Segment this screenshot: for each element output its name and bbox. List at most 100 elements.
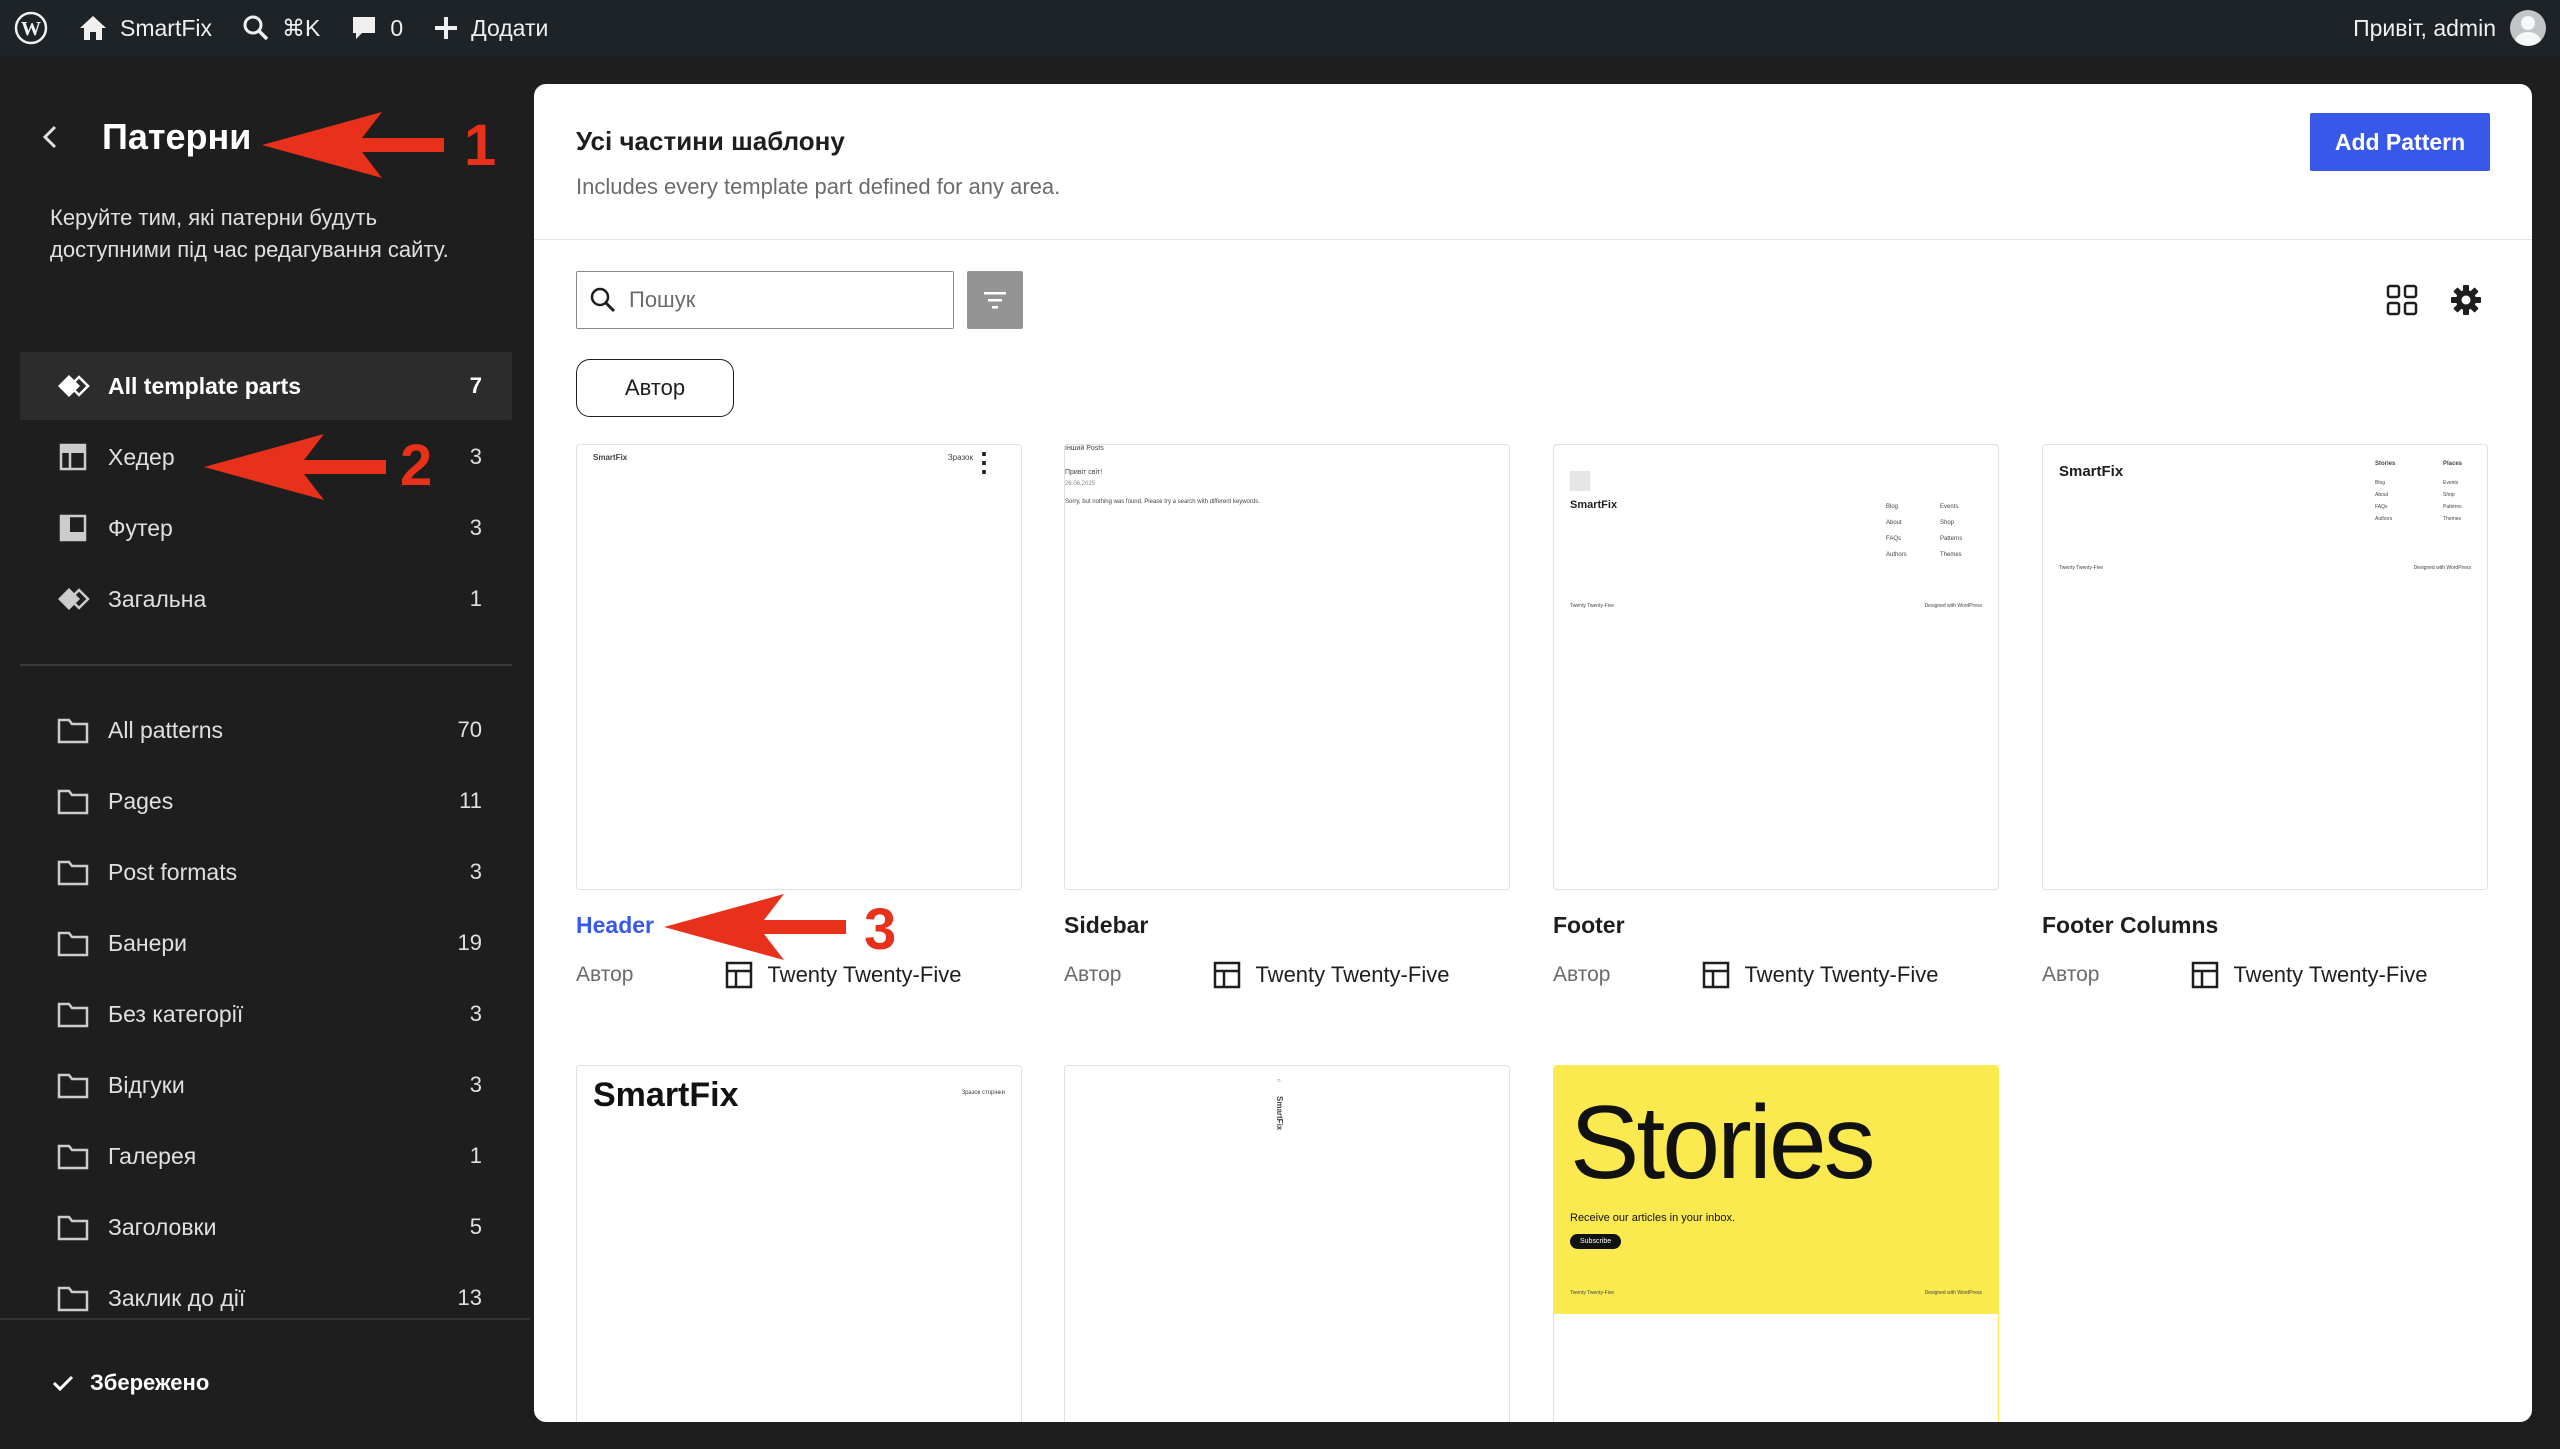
preview-link: FAQs [1886,536,1902,542]
preview-nav: Зразок сторінки [961,1090,1005,1096]
sidebar-item-category[interactable]: Заголовки 5 [20,1193,512,1261]
layout-icon [726,961,753,989]
card-theme: Twenty Twenty-Five [1702,961,1938,989]
pattern-card-footer-columns[interactable]: SmartFix Stories Places Blog About FAQs … [2042,444,2488,989]
sidebar-item-category[interactable]: Post formats 3 [20,838,512,906]
search-input[interactable] [629,287,939,313]
pattern-preview[interactable]: Stories Receive our articles in your inb… [1553,1065,1999,1422]
pattern-preview[interactable]: SmartFix Stories Places Blog About FAQs … [2042,444,2488,890]
sidebar-item-general[interactable]: Загальна 1 [20,565,512,633]
preview-line: Привіт світ! [1065,469,1103,476]
sidebar-item-category[interactable]: Pages 11 [20,767,512,835]
filter-button[interactable] [967,271,1023,329]
sidebar-item-category[interactable]: Заклик до дії 13 [20,1264,512,1332]
preview-credit-right: Designed with WordPress [1924,603,1982,609]
wordpress-logo-button[interactable]: W [14,0,48,56]
card-meta: Автор Twenty Twenty-Five [1064,961,1510,989]
user-greeting: Привіт, admin [2353,14,2496,41]
pattern-preview[interactable]: SmartFix Зразок ⋮ [576,444,1022,890]
sidebar-item-label: Банери [108,929,188,956]
pattern-card-vertical-header[interactable]: ○ SmartFix [1064,1065,1510,1422]
comments-count: 0 [390,14,404,41]
gear-icon[interactable] [2448,282,2484,318]
preview-link: FAQs [2375,504,2388,510]
card-author-label: Автор [576,963,634,986]
patterns-sidebar: Патерни Керуйте тим, які патерни будуть … [0,56,530,1449]
folder-icon [56,997,90,1031]
layout-icon [1703,961,1730,989]
author-filter-chip[interactable]: Автор [576,359,734,417]
sidebar-item-label: Заголовки [108,1213,217,1240]
plus-icon [435,17,458,39]
card-theme: Twenty Twenty-Five [2191,961,2427,989]
sidebar-item-count: 1 [469,586,482,611]
site-name-link[interactable]: SmartFix [78,0,212,56]
preview-links-col2: Events Shop Patterns Themes [2443,477,2462,525]
command-palette-button[interactable]: ⌘K [242,0,320,56]
pattern-preview[interactable]: SmartFix Зразок сторінки [576,1065,1022,1422]
preview-brand: SmartFix [593,453,628,462]
preview-col-title: Stories [2375,461,2396,467]
sidebar-description: Керуйте тим, які патерни будуть доступни… [50,205,449,262]
sidebar-item-category[interactable]: All patterns 70 [20,696,512,764]
sidebar-item-category[interactable]: Галерея 1 [20,1122,512,1190]
card-title[interactable]: Sidebar [1064,912,1510,939]
sidebar-item-label: Відгуки [108,1071,185,1098]
preview-link: Events [1940,504,1959,510]
more-actions-icon[interactable]: ⋮ [971,449,997,475]
sidebar-item-category[interactable]: Без категорії 3 [20,980,512,1048]
pattern-preview[interactable]: SmartFix Blog About FAQs Authors Events … [1553,444,1999,890]
pattern-card-sidebar[interactable]: Інший Posts Привіт світ! 26.06.2025 Sorr… [1064,444,1510,989]
preview-credit-left: Twenty Twenty-Five [1570,603,1615,609]
card-theme: Twenty Twenty-Five [1213,961,1449,989]
footer-layout-icon [56,511,90,545]
pattern-preview[interactable]: ○ SmartFix [1064,1065,1510,1422]
wordpress-icon: W [14,11,48,45]
pattern-card-stories[interactable]: Stories Receive our articles in your inb… [1553,1065,1999,1422]
sidebar-item-footer[interactable]: Футер 3 [20,494,512,562]
new-content-button[interactable]: Додати [433,0,548,56]
preview-brand: SmartFix [593,1076,739,1114]
sidebar-header: Патерни [36,116,251,158]
avatar [2510,10,2546,46]
back-chevron-icon[interactable] [36,122,66,152]
card-theme-name: Twenty Twenty-Five [767,962,962,987]
pattern-preview[interactable]: Інший Posts Привіт світ! 26.06.2025 Sorr… [1064,444,1510,890]
card-meta: Автор Twenty Twenty-Five [576,961,1022,989]
preview-heading: Інший Posts [1065,445,1104,452]
search-shortcut: ⌘K [282,14,321,41]
admin-bar: W SmartFix ⌘K 0 Додати Привіт, admin [0,0,2560,56]
sidebar-item-category[interactable]: Банери 19 [20,909,512,977]
grid-view-icon[interactable] [2384,282,2420,318]
card-theme-name: Twenty Twenty-Five [1255,962,1450,987]
user-account-menu[interactable]: Привіт, admin [2353,10,2546,46]
svg-text:W: W [21,18,41,40]
new-label: Додати [471,14,549,41]
pattern-card-footer[interactable]: SmartFix Blog About FAQs Authors Events … [1553,444,1999,989]
page-header: Усі частини шаблону Includes every templ… [534,84,2532,240]
preview-brand: SmartFix [2059,463,2124,480]
card-title[interactable]: Footer Columns [2042,912,2488,939]
preview-nav-dot: ○ [1277,1078,1281,1084]
sidebar-item-count: 7 [469,373,482,398]
preview-stories-text: Receive our articles in your inbox. [1570,1212,1736,1224]
comments-link[interactable]: 0 [350,0,403,56]
header-layout-icon [56,440,90,474]
add-pattern-button[interactable]: Add Pattern [2310,113,2490,171]
preview-col-title: Places [2443,461,2463,467]
folder-icon [56,1210,90,1244]
pattern-card-large-header[interactable]: SmartFix Зразок сторінки [576,1065,1022,1422]
card-theme: Twenty Twenty-Five [725,961,961,989]
sidebar-item-label: Post formats [108,858,238,885]
card-title[interactable]: Footer [1553,912,1999,939]
folder-icon [56,1068,90,1102]
card-theme-name: Twenty Twenty-Five [2233,962,2428,987]
sidebar-item-category[interactable]: Відгуки 3 [20,1051,512,1119]
save-status[interactable]: Збережено [52,1370,209,1396]
sidebar-item-all-template-parts[interactable]: All template parts 7 [20,352,512,420]
symbol-icon [56,582,90,616]
sidebar-divider [20,664,512,666]
page-title: Усі частини шаблону [576,126,845,156]
sidebar-item-count: 1 [469,1143,482,1168]
folder-icon [56,713,90,747]
